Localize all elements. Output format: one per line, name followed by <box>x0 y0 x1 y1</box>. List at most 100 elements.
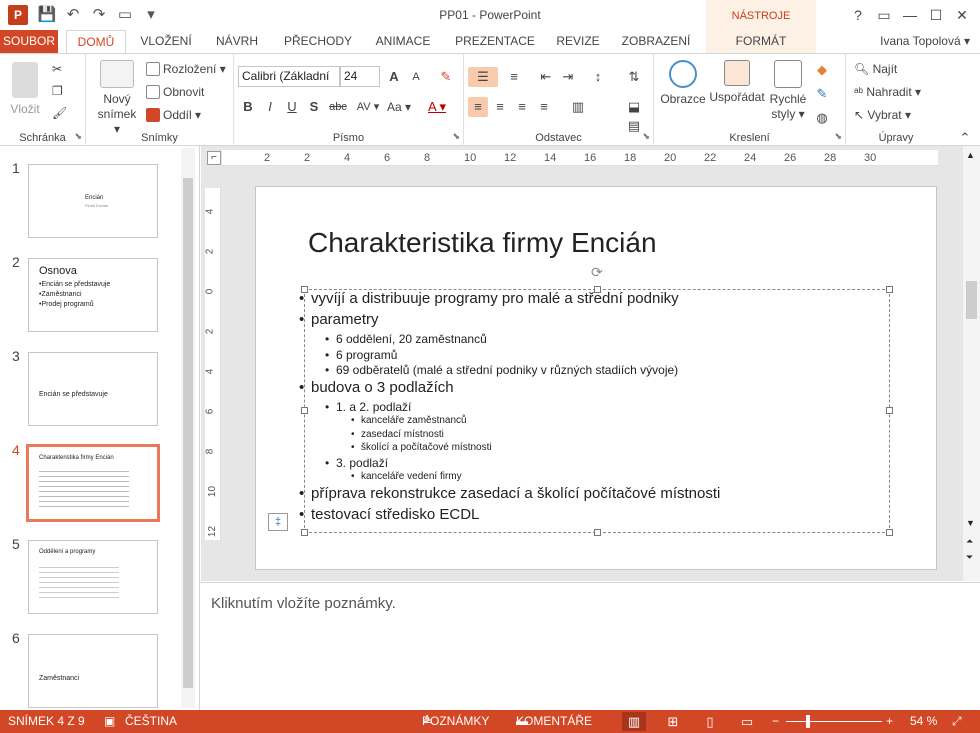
minimize-icon[interactable]: — <box>898 4 922 26</box>
scrollbar-thumb[interactable] <box>183 178 193 688</box>
paste-button[interactable]: Vložit <box>4 62 46 117</box>
save-icon[interactable]: 💾 <box>36 5 58 25</box>
shape-effects-icon[interactable]: ◍ <box>812 108 832 128</box>
bullet-level-2[interactable]: 69 odběratelů (malé a střední podniky v … <box>325 363 678 377</box>
tab-transitions[interactable]: PŘECHODY <box>278 30 358 53</box>
font-launcher-icon[interactable]: ⬊ <box>452 131 460 142</box>
underline-button[interactable]: U <box>282 97 302 117</box>
align-left-icon[interactable]: ≡ <box>468 97 488 117</box>
bullet-level-1[interactable]: budova o 3 podlažích <box>299 379 454 396</box>
tab-stop-selector[interactable]: ⌐ <box>207 151 221 165</box>
shrink-font-icon[interactable]: A <box>406 67 426 87</box>
bullet-level-3[interactable]: školící a počítačové místnosti <box>351 442 492 453</box>
bullet-level-1[interactable]: parametry <box>299 311 378 328</box>
font-size-combo[interactable]: 24 <box>340 66 380 87</box>
thumbnails-scrollbar[interactable] <box>181 148 195 708</box>
reset-button[interactable]: Obnovit <box>146 83 204 101</box>
language-indicator[interactable]: ČEŠTINA <box>125 710 177 733</box>
resize-handle[interactable] <box>594 529 601 536</box>
bullet-level-3[interactable]: zasedací místnosti <box>351 429 444 440</box>
clipboard-launcher-icon[interactable]: ⬊ <box>74 131 82 142</box>
slide-thumbnail-selected[interactable]: Charakteristika firmy Encián <box>26 444 160 522</box>
replace-button[interactable]: ᵃᵇ Nahradit ▾ <box>854 83 921 101</box>
content-placeholder[interactable]: ⟳ vyvíjí a distribuuje programy pro malé… <box>299 264 893 536</box>
bullet-level-2[interactable]: 3. podlaží <box>325 456 388 470</box>
autofit-options-icon[interactable]: ‡ <box>268 513 288 531</box>
redo-icon[interactable]: ↷ <box>88 5 110 25</box>
reading-view-icon[interactable]: ▯ <box>698 712 722 731</box>
bullet-level-3[interactable]: kanceláře zaměstnanců <box>351 415 467 426</box>
layout-button[interactable]: Rozložení ▾ <box>146 60 226 78</box>
resize-handle[interactable] <box>301 529 308 536</box>
shadow-button[interactable]: S <box>304 97 324 117</box>
tab-slideshow[interactable]: PREZENTACE <box>450 30 540 53</box>
bullet-level-1[interactable]: vyvíjí a distribuuje programy pro malé a… <box>299 290 679 307</box>
format-painter-icon[interactable]: 🖌 <box>52 104 67 122</box>
zoom-slider[interactable] <box>786 721 882 722</box>
zoom-in-button[interactable]: + <box>886 710 893 733</box>
select-button[interactable]: ↖ Vybrat ▾ <box>854 106 911 124</box>
increase-indent-icon[interactable]: ⇥ <box>558 67 578 87</box>
find-button[interactable]: 🔍︎ Najít <box>854 60 897 78</box>
fit-to-window-icon[interactable]: ⤢ <box>952 710 962 733</box>
horizontal-ruler[interactable]: 2 2 4 6 8 10 12 14 16 18 20 22 24 26 28 30 <box>222 150 938 166</box>
align-center-icon[interactable]: ≡ <box>490 97 510 117</box>
zoom-slider-knob[interactable] <box>806 715 810 728</box>
slide-thumbnail[interactable]: Osnova •Encián se představuje •Zaměstnan… <box>28 258 158 332</box>
align-right-icon[interactable]: ≡ <box>512 97 532 117</box>
previous-slide-icon[interactable]: ⏶ <box>966 536 973 547</box>
clear-formatting-icon[interactable]: ✎ <box>436 67 456 87</box>
decrease-indent-icon[interactable]: ⇤ <box>536 67 556 87</box>
text-direction-icon[interactable]: ⇅ <box>620 67 648 87</box>
italic-button[interactable]: I <box>260 97 280 117</box>
char-spacing-button[interactable]: AV ▾ <box>352 97 384 117</box>
spellcheck-icon[interactable]: ▣ <box>104 710 115 733</box>
customize-qat-icon[interactable]: ▾ <box>140 5 162 25</box>
scroll-down-icon[interactable]: ▼ <box>966 518 975 528</box>
scroll-up-icon[interactable]: ▲ <box>966 150 975 160</box>
tab-animations[interactable]: ANIMACE <box>368 30 438 53</box>
shape-outline-icon[interactable]: ✎ <box>812 84 832 104</box>
resize-handle[interactable] <box>886 529 893 536</box>
vertical-ruler[interactable]: 4 2 0 2 4 6 8 10 12 <box>204 188 221 540</box>
slide-thumbnail[interactable]: Encián Firmit Encián <box>28 164 158 238</box>
tab-view[interactable]: ZOBRAZENÍ <box>616 30 696 53</box>
section-button[interactable]: Oddíl ▾ <box>146 106 201 124</box>
slide-thumbnail[interactable]: Oddělení a programy <box>28 540 158 614</box>
editing-scrollbar[interactable]: ▲ ▼ ⏶ ⏷ <box>963 146 980 581</box>
bullet-level-2[interactable]: 6 programů <box>325 348 397 362</box>
quick-styles-button[interactable]: Rychlé styly ▾ <box>766 60 810 122</box>
scrollbar-thumb[interactable] <box>966 281 977 319</box>
arrange-button[interactable]: Uspořádat <box>708 60 766 105</box>
slide-thumbnail[interactable]: Encián se představuje <box>28 352 158 426</box>
slide-thumbnail[interactable]: Zaměstnanci <box>28 634 158 708</box>
columns-icon[interactable]: ▥ <box>564 97 592 117</box>
font-color-button[interactable]: A ▾ <box>422 97 452 117</box>
bold-button[interactable]: B <box>238 97 258 117</box>
slideshow-view-icon[interactable]: ▭ <box>735 712 759 731</box>
undo-icon[interactable]: ↶ <box>62 5 84 25</box>
collapse-ribbon-icon[interactable]: ⌃ <box>955 128 975 148</box>
align-text-icon[interactable]: ⬓ <box>620 97 648 117</box>
line-spacing-icon[interactable]: ↕ <box>584 67 612 87</box>
tab-format[interactable]: FORMÁT <box>706 30 816 53</box>
resize-handle[interactable] <box>886 286 893 293</box>
tab-review[interactable]: REVIZE <box>550 30 606 53</box>
tab-design[interactable]: NÁVRH <box>208 30 266 53</box>
shapes-button[interactable]: Obrazce <box>658 60 708 107</box>
tab-insert[interactable]: VLOŽENÍ <box>134 30 198 53</box>
drawing-launcher-icon[interactable]: ⬊ <box>834 131 842 142</box>
close-icon[interactable]: ✕ <box>950 4 974 26</box>
grow-font-icon[interactable]: A <box>384 67 404 87</box>
powerpoint-app-icon[interactable]: P <box>8 5 28 25</box>
bullet-level-2[interactable]: 6 oddělení, 20 zaměstnanců <box>325 332 487 346</box>
tab-file[interactable]: SOUBOR <box>0 30 58 53</box>
maximize-icon[interactable]: ☐ <box>924 4 948 26</box>
bullet-level-1[interactable]: příprava rekonstrukce zasedací a školící… <box>299 485 720 502</box>
paragraph-launcher-icon[interactable]: ⬊ <box>642 131 650 142</box>
bullets-icon[interactable]: ☰ <box>468 67 498 87</box>
zoom-out-button[interactable]: − <box>772 710 779 733</box>
cut-icon[interactable]: ✂ <box>52 60 62 78</box>
bullet-level-3[interactable]: kanceláře vedení firmy <box>351 471 462 482</box>
tab-home[interactable]: DOMŮ <box>66 30 126 54</box>
